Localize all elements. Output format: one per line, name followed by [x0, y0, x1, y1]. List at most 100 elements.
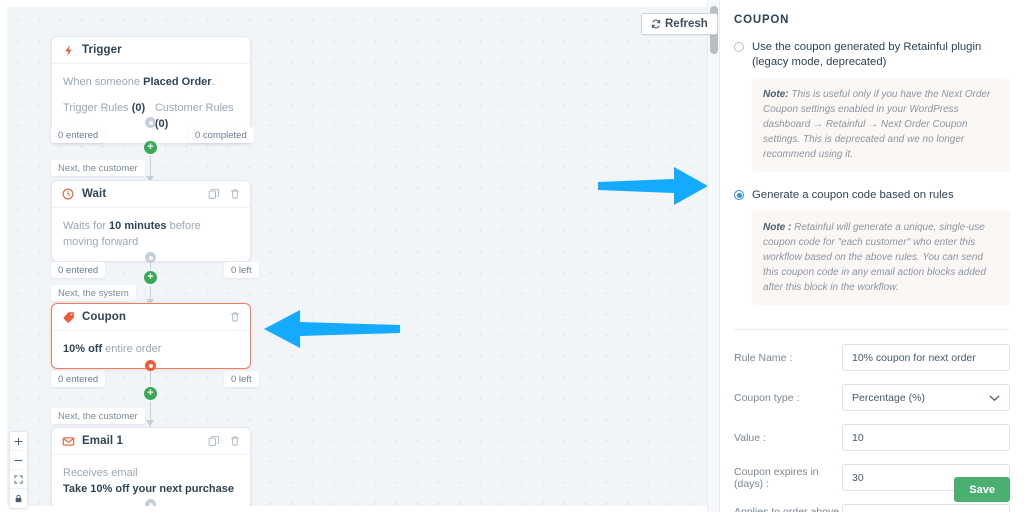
form-row-value: Value : 10: [734, 424, 1010, 451]
node-header: Wait: [52, 181, 250, 208]
radio-label-generate-coupon: Generate a coupon code based on rules: [752, 189, 954, 201]
workflow-editor: Trigger When someone Placed Order. Trigg…: [0, 0, 1024, 512]
clock-icon: [61, 187, 75, 201]
trigger-rules-label: Trigger Rules: [63, 102, 129, 114]
note-generate-body: Retainful will generate a unique, single…: [763, 222, 986, 293]
trigger-rules-count: (0): [131, 102, 146, 114]
lock-icon[interactable]: [10, 489, 27, 508]
badge-coupon-entered: 0 entered: [51, 371, 106, 387]
coupon-scope: entire order: [102, 343, 162, 355]
duplicate-icon[interactable]: [208, 435, 220, 447]
workflow-canvas[interactable]: Trigger When someone Placed Order. Trigg…: [0, 0, 707, 512]
form-row-coupon-type: Coupon type : Percentage (%): [734, 384, 1010, 411]
workflow-node-wait[interactable]: Wait Waits for 10 minutes before moving …: [51, 180, 251, 262]
workflow-node-email-1[interactable]: Email 1 Receives email Take 10% off your…: [51, 427, 251, 509]
label-value: Value :: [734, 431, 766, 444]
radio-button-checked[interactable]: [734, 190, 744, 200]
add-step-button-2[interactable]: [144, 271, 157, 284]
label-coupon-type: Coupon type :: [734, 391, 800, 404]
value-input[interactable]: 10: [842, 424, 1010, 451]
note-generate-prefix: Note :: [763, 222, 792, 233]
trash-icon[interactable]: [229, 188, 241, 200]
arrow-pointing-to-coupon-node: [264, 310, 400, 348]
badge-trigger-entered: 0 entered: [51, 127, 106, 143]
node-title: Trigger: [82, 44, 122, 56]
connector-dot-trigger: [145, 117, 156, 128]
save-button[interactable]: Save: [954, 477, 1010, 502]
node-title: Email 1: [82, 435, 123, 447]
coupon-discount: 10% off: [63, 343, 103, 355]
node-title: Wait: [82, 188, 107, 200]
badge-next-trigger: Next, the customer: [51, 160, 145, 176]
connector-dot-wait: [145, 252, 156, 263]
trigger-event-name: Placed Order: [143, 76, 212, 88]
node-actions: [208, 435, 241, 447]
zoom-in-button[interactable]: [10, 432, 27, 451]
refresh-button[interactable]: Refresh: [641, 13, 718, 35]
label-applies-to-order-above: Applies to order above :: [734, 505, 840, 512]
node-header: Trigger: [52, 37, 250, 64]
coupon-description: 10% off entire order: [63, 341, 239, 357]
duplicate-icon[interactable]: [208, 188, 220, 200]
node-header: Email 1: [52, 428, 250, 455]
connector-dot-coupon: [145, 360, 156, 371]
canvas-top-margin: [0, 0, 707, 7]
trash-icon[interactable]: [229, 435, 241, 447]
email-receives-label: Receives email: [63, 467, 138, 479]
email-subject: Take 10% off your next purchase: [63, 483, 234, 495]
node-title: Coupon: [82, 311, 127, 323]
trigger-desc-prefix: When someone: [63, 76, 144, 88]
fit-view-icon[interactable]: [10, 470, 27, 489]
rule-name-input[interactable]: 10% coupon for next order: [842, 344, 1010, 371]
node-actions: [229, 311, 241, 323]
badge-coupon-left: 0 left: [224, 371, 259, 387]
coupon-type-value: Percentage (%): [852, 391, 925, 404]
node-header: Coupon: [52, 304, 250, 331]
customer-rules-label: Customer Rules: [154, 102, 234, 114]
form-row-applies-to-order-above: Applies to order above : Enter minimum o…: [734, 504, 1010, 512]
badge-wait-entered: 0 entered: [51, 262, 106, 278]
trigger-desc-suffix: .: [211, 76, 215, 88]
refresh-label: Refresh: [665, 18, 708, 30]
add-step-button-1[interactable]: [144, 141, 157, 154]
refresh-icon: [651, 19, 661, 29]
node-actions: [208, 188, 241, 200]
note-legacy-body: This is useful only if you have the Next…: [763, 89, 991, 160]
note-legacy-prefix: Note:: [763, 89, 789, 100]
envelope-icon: [61, 434, 75, 448]
tag-icon: [61, 310, 75, 324]
lightning-icon: [61, 43, 75, 57]
radio-option-generate-coupon[interactable]: Generate a coupon code based on rules: [734, 188, 1010, 203]
coupon-type-select[interactable]: Percentage (%): [842, 384, 1010, 411]
label-rule-name: Rule Name :: [734, 351, 793, 364]
radio-option-legacy-coupon[interactable]: Use the coupon generated by Retainful pl…: [734, 40, 1010, 70]
wait-description: Waits for 10 minutes before moving forwa…: [63, 218, 239, 250]
badge-next-coupon: Next, the customer: [51, 408, 145, 424]
panel-scrollbar[interactable]: [707, 0, 719, 512]
zoom-out-button[interactable]: [10, 451, 27, 470]
note-box-generate: Note : Retainful will generate a unique,…: [752, 211, 1010, 305]
applies-to-order-above-input[interactable]: Enter minimum order value for this coupo…: [842, 504, 1010, 512]
coupon-settings-panel: COUPON Use the coupon generated by Retai…: [719, 0, 1024, 512]
customer-rules-count: (0): [154, 118, 169, 130]
canvas-bottom-margin: [0, 506, 707, 512]
connector-arrow-3: [146, 420, 154, 426]
add-step-button-3[interactable]: [144, 387, 157, 400]
badge-wait-left: 0 left: [224, 262, 259, 278]
panel-divider: [734, 329, 1010, 330]
panel-title: COUPON: [734, 14, 790, 26]
canvas-left-margin: [0, 0, 7, 512]
chevron-down-icon: [989, 395, 1000, 402]
trash-icon[interactable]: [229, 311, 241, 323]
trigger-description: When someone Placed Order.: [63, 74, 239, 90]
radio-button-unchecked[interactable]: [734, 42, 744, 52]
label-coupon-expires: Coupon expires in (days) :: [734, 465, 819, 490]
badge-trigger-completed: 0 completed: [188, 127, 254, 143]
note-generate-text: Note : Retainful will generate a unique,…: [763, 220, 999, 295]
wait-desc-prefix: Waits for: [63, 220, 110, 232]
form-row-rule-name: Rule Name : 10% coupon for next order: [734, 344, 1010, 371]
radio-label-legacy-coupon: Use the coupon generated by Retainful pl…: [752, 41, 982, 68]
wait-duration: 10 minutes: [109, 220, 167, 232]
note-legacy-text: Note: This is useful only if you have th…: [763, 87, 999, 162]
canvas-zoom-controls[interactable]: [9, 431, 28, 509]
